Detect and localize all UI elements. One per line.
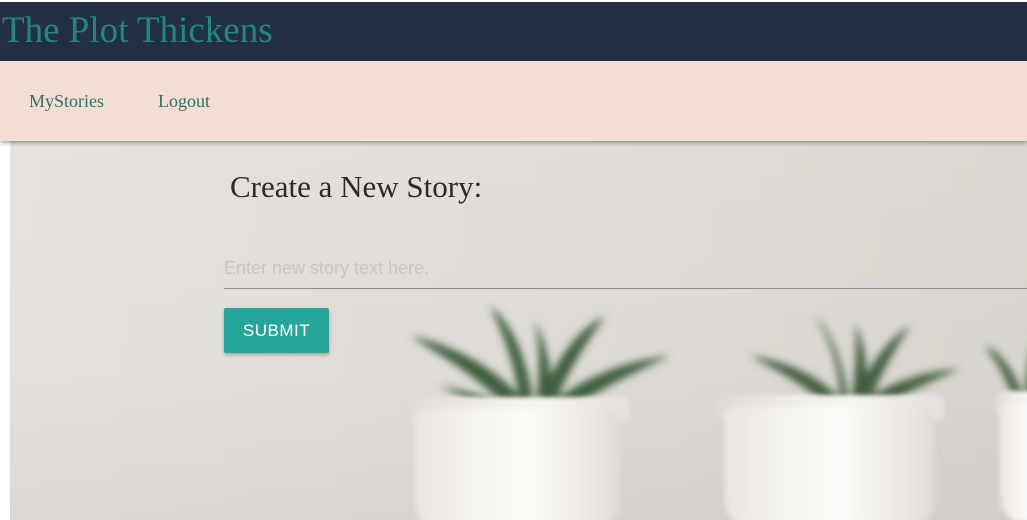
page-title: Create a New Story: [230, 169, 483, 204]
submit-button[interactable]: SUBMIT [224, 308, 329, 353]
top-border [0, 0, 1027, 2]
nav-bar: MyStories Logout [0, 61, 1027, 141]
nav-link-mystories[interactable]: MyStories [29, 90, 104, 112]
top-header: The Plot Thickens [0, 0, 1027, 61]
create-story-form: Create a New Story: SUBMIT [224, 141, 1027, 520]
nav-link-logout[interactable]: Logout [158, 90, 210, 112]
brand-title[interactable]: The Plot Thickens [2, 8, 273, 54]
story-text-input[interactable] [224, 248, 1027, 289]
